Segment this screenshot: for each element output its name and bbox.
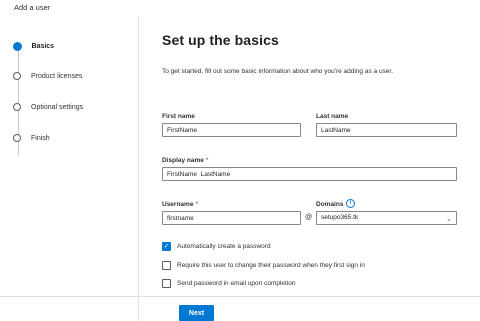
step-label: Product licenses — [31, 72, 83, 80]
intro-text: To get started, fill out some basic info… — [162, 68, 394, 75]
require-password-change-option[interactable]: Require this user to change their passwo… — [162, 260, 365, 270]
wizard-steps-sidebar: Basics Product licenses Optional setting… — [0, 16, 139, 321]
step-indicator-icon — [13, 134, 21, 142]
first-name-label: First name — [162, 113, 195, 120]
username-label: Username * — [162, 201, 198, 208]
username-field[interactable] — [162, 211, 301, 225]
title-bar: Add a user — [0, 0, 480, 16]
footer-divider — [0, 296, 480, 297]
domains-label: Domains — [316, 201, 344, 208]
checkbox-label: Send password in email upon completion — [177, 279, 296, 287]
chevron-down-icon: ⌄ — [446, 216, 452, 223]
info-icon[interactable]: i — [346, 199, 355, 208]
page-title: Set up the basics — [162, 32, 279, 48]
checkbox-checked[interactable]: ✓ — [162, 241, 171, 251]
step-product-licenses[interactable]: Product licenses — [13, 69, 133, 83]
checkbox-label: Require this user to change their passwo… — [177, 261, 365, 269]
checkbox[interactable] — [162, 260, 171, 270]
required-mark: * — [195, 201, 198, 208]
step-optional-settings[interactable]: Optional settings — [13, 100, 133, 114]
last-name-label: Last name — [316, 113, 349, 120]
send-password-email-option[interactable]: Send password in email upon completion — [162, 278, 296, 288]
username-label-text: Username — [162, 201, 194, 208]
auto-create-password-option[interactable]: ✓ Automatically create a password — [162, 241, 271, 251]
step-indicator-icon — [12, 41, 22, 51]
step-finish[interactable]: Finish — [13, 131, 133, 145]
checkbox-label: Automatically create a password — [177, 242, 271, 250]
domains-dropdown[interactable]: setupo365.tk ⌄ — [316, 211, 457, 225]
window-title: Add a user — [14, 3, 51, 12]
display-name-field[interactable] — [162, 167, 457, 181]
step-label: Basics — [31, 42, 55, 50]
domains-selected-value: setupo365.tk — [321, 214, 359, 221]
display-name-label: Display name * — [162, 157, 208, 164]
display-name-label-text: Display name — [162, 157, 204, 164]
step-label: Optional settings — [31, 103, 84, 111]
step-basics[interactable]: Basics — [12, 39, 133, 53]
at-sign: @ — [305, 214, 313, 221]
step-indicator-icon — [13, 72, 21, 80]
checkbox[interactable] — [162, 278, 171, 288]
required-mark: * — [205, 157, 209, 164]
next-button[interactable]: Next — [179, 305, 214, 321]
step-label: Finish — [31, 134, 50, 142]
first-name-field[interactable] — [162, 123, 301, 137]
last-name-field[interactable] — [316, 123, 457, 137]
main-panel: Set up the basics To get started, fill o… — [138, 16, 480, 321]
step-indicator-icon — [13, 103, 21, 111]
